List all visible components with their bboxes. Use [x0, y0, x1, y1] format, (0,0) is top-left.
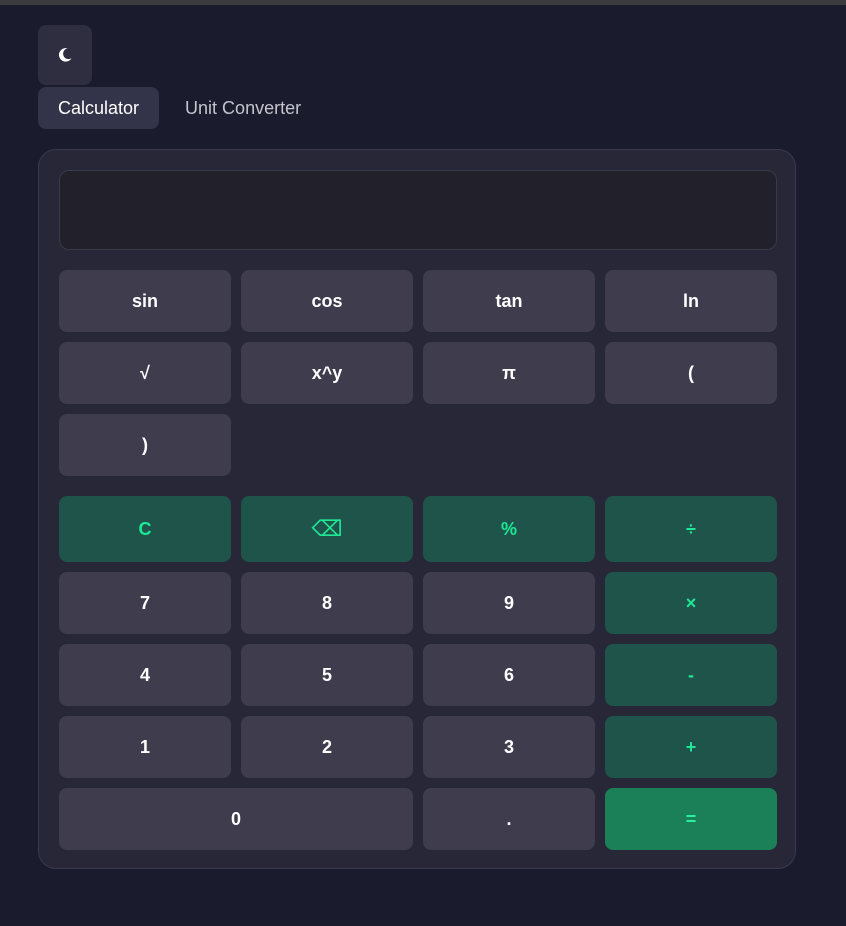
sin-button[interactable]: sin — [59, 270, 231, 332]
cos-button[interactable]: cos — [241, 270, 413, 332]
digit-7-button[interactable]: 7 — [59, 572, 231, 634]
percent-button[interactable]: % — [423, 496, 595, 562]
calculator-panel: sin cos tan ln √ x^y π ( ) C ⌫ % ÷ 7 8 9… — [38, 149, 796, 869]
digit-4-button[interactable]: 4 — [59, 644, 231, 706]
subtract-button[interactable]: - — [605, 644, 777, 706]
sqrt-button[interactable]: √ — [59, 342, 231, 404]
backspace-button[interactable]: ⌫ — [241, 496, 413, 562]
clear-button[interactable]: C — [59, 496, 231, 562]
open-paren-button[interactable]: ( — [605, 342, 777, 404]
digit-5-button[interactable]: 5 — [241, 644, 413, 706]
close-paren-button[interactable]: ) — [59, 414, 231, 476]
add-button[interactable]: + — [605, 716, 777, 778]
power-button[interactable]: x^y — [241, 342, 413, 404]
digit-2-button[interactable]: 2 — [241, 716, 413, 778]
digit-3-button[interactable]: 3 — [423, 716, 595, 778]
multiply-button[interactable]: × — [605, 572, 777, 634]
calculator-display — [59, 170, 777, 250]
digit-6-button[interactable]: 6 — [423, 644, 595, 706]
digit-8-button[interactable]: 8 — [241, 572, 413, 634]
theme-toggle-button[interactable] — [38, 25, 92, 85]
pi-button[interactable]: π — [423, 342, 595, 404]
moon-icon — [58, 48, 72, 62]
window-top-border — [0, 0, 846, 5]
tab-calculator[interactable]: Calculator — [38, 87, 160, 129]
tab-unit-converter[interactable]: Unit Converter — [165, 87, 321, 129]
digit-1-button[interactable]: 1 — [59, 716, 231, 778]
ln-button[interactable]: ln — [605, 270, 777, 332]
digit-9-button[interactable]: 9 — [423, 572, 595, 634]
digit-0-button[interactable]: 0 — [59, 788, 413, 850]
decimal-button[interactable]: . — [423, 788, 595, 850]
mode-tabs: Calculator Unit Converter — [38, 87, 321, 129]
tan-button[interactable]: tan — [423, 270, 595, 332]
equals-button[interactable]: = — [605, 788, 777, 850]
divide-button[interactable]: ÷ — [605, 496, 777, 562]
